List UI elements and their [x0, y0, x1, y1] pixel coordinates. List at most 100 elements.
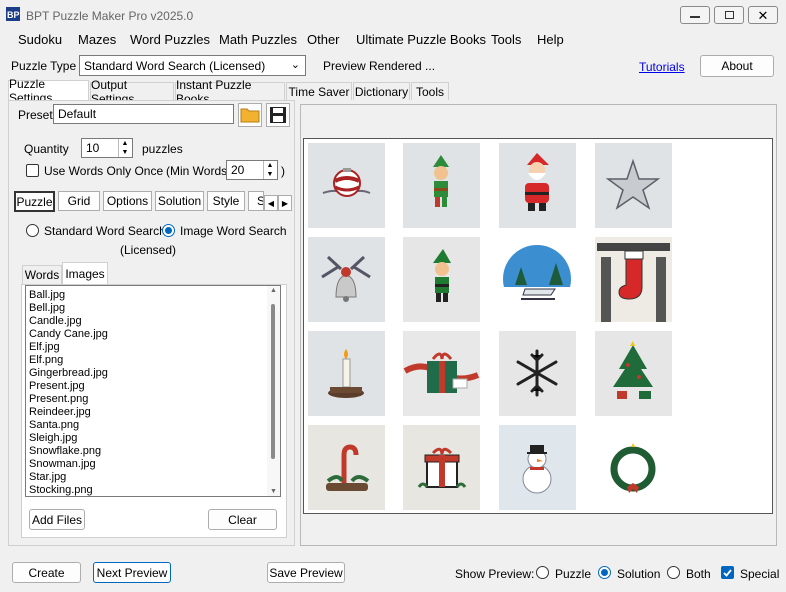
use-words-once-checkbox[interactable] [26, 164, 39, 177]
menu-ultimate-puzzle-books[interactable]: Ultimate Puzzle Books [356, 32, 486, 47]
tutorials-link[interactable]: Tutorials [639, 60, 685, 74]
preview-image-candy-cane [308, 425, 385, 510]
minimize-icon [690, 16, 700, 18]
list-tab-words[interactable]: Words [22, 265, 62, 284]
preview-image-stocking [595, 237, 672, 322]
list-item[interactable]: Sleigh.jpg [29, 432, 108, 445]
list-item[interactable]: Reindeer.jpg [29, 406, 108, 419]
tab-dictionary[interactable]: Dictionary [353, 82, 410, 100]
scrollbar-thumb[interactable] [271, 304, 275, 459]
create-button[interactable]: Create [12, 562, 81, 583]
show-preview-both-radio[interactable] [667, 566, 680, 579]
preview-image-snowflake [499, 331, 576, 416]
christmas-tree-icon [595, 331, 672, 416]
special-checkbox[interactable] [721, 566, 734, 579]
image-word-search-radio[interactable] [162, 224, 175, 237]
close-button[interactable]: ✕ [748, 6, 778, 24]
scroll-right-button[interactable]: ▶ [278, 195, 292, 211]
standard-word-search-radio[interactable] [26, 224, 39, 237]
list-tab-images[interactable]: Images [62, 262, 108, 284]
show-preview-label: Show Preview: [455, 567, 535, 581]
preview-image-candle [308, 331, 385, 416]
list-item[interactable]: Ball.jpg [29, 289, 108, 302]
subtab-solution[interactable]: Solution [155, 191, 204, 211]
preview-image-elf [403, 143, 480, 228]
add-files-button[interactable]: Add Files [29, 509, 85, 530]
list-item[interactable]: Present.png [29, 393, 108, 406]
minimize-button[interactable] [680, 6, 710, 24]
file-list-items: Ball.jpg Bell.jpg Candle.jpg Candy Cane.… [29, 289, 108, 496]
subtab-options[interactable]: Options [103, 191, 152, 211]
menu-word-puzzles[interactable]: Word Puzzles [130, 32, 210, 47]
tab-puzzle-settings[interactable]: Puzzle Settings [8, 77, 89, 105]
snowman-icon [499, 425, 576, 510]
subtab-overflow[interactable]: S [248, 191, 264, 211]
list-item[interactable]: Gingerbread.jpg [29, 367, 108, 380]
arrow-right-icon: ▶ [281, 198, 289, 208]
list-item[interactable]: Elf.png [29, 354, 108, 367]
list-item[interactable]: Snowman.jpg [29, 458, 108, 471]
list-item[interactable]: Snowflake.png [29, 445, 108, 458]
next-preview-button[interactable]: Next Preview [93, 562, 171, 583]
about-button[interactable]: About [700, 55, 774, 77]
menu-help[interactable]: Help [537, 32, 564, 47]
list-item[interactable]: Present.jpg [29, 380, 108, 393]
list-item[interactable]: Star.jpg [29, 471, 108, 484]
tab-output-settings[interactable]: Output Settings [90, 78, 174, 106]
preview-image-elf-2 [403, 237, 480, 322]
scroll-left-button[interactable]: ◀ [264, 195, 278, 211]
sleigh-icon [499, 237, 576, 322]
menu-sudoku[interactable]: Sudoku [18, 32, 62, 47]
list-item[interactable]: Santa.png [29, 419, 108, 432]
list-item[interactable]: Bell.jpg [29, 302, 108, 315]
subtab-grid[interactable]: Grid [58, 191, 100, 211]
preview-image-star [595, 143, 672, 228]
show-preview-puzzle-label: Puzzle [555, 567, 592, 581]
stepper-arrows-icon: ▲ ▼ [263, 161, 276, 179]
puzzle-type-select[interactable]: Standard Word Search (Licensed) ⌄ [79, 55, 306, 76]
candy-cane-icon [308, 425, 385, 510]
show-preview-puzzle-radio[interactable] [536, 566, 549, 579]
svg-text:BP: BP [7, 10, 20, 20]
checkmark-icon [723, 569, 732, 577]
bell-icon [308, 237, 385, 322]
menu-tools[interactable]: Tools [491, 32, 521, 47]
list-item[interactable]: Elf.jpg [29, 341, 108, 354]
maximize-button[interactable] [714, 6, 744, 24]
preview-image-present-2 [403, 425, 480, 510]
show-preview-solution-radio[interactable] [598, 566, 611, 579]
preview-image-sleigh [499, 237, 576, 322]
quantity-stepper[interactable]: 10 ▲ ▼ [81, 138, 133, 158]
subtab-style[interactable]: Style [207, 191, 245, 211]
file-list[interactable]: Ball.jpg Bell.jpg Candle.jpg Candy Cane.… [25, 285, 281, 497]
min-words-prefix: (Min Words: [166, 164, 231, 178]
menu-math-puzzles[interactable]: Math Puzzles [219, 32, 297, 47]
open-folder-button[interactable] [238, 103, 262, 127]
min-words-value: 20 [231, 163, 245, 177]
preset-input[interactable]: Default [53, 104, 234, 124]
stepper-arrows-icon: ▲ ▼ [118, 139, 131, 157]
tab-tools[interactable]: Tools [411, 82, 449, 100]
list-item[interactable]: Candle.jpg [29, 315, 108, 328]
save-preset-button[interactable] [266, 103, 290, 127]
menu-mazes[interactable]: Mazes [78, 32, 116, 47]
show-preview-both-label: Both [686, 567, 711, 581]
floppy-disk-icon [270, 107, 286, 123]
clear-button[interactable]: Clear [208, 509, 277, 530]
puzzle-type-label: Puzzle Type [11, 59, 77, 73]
save-preview-button[interactable]: Save Preview [267, 562, 345, 583]
maximize-icon [724, 11, 734, 19]
special-label: Special [740, 567, 780, 581]
tab-time-saver[interactable]: Time Saver [286, 82, 352, 100]
list-item[interactable]: Stocking.png [29, 484, 108, 496]
list-item[interactable]: Candy Cane.jpg [29, 328, 108, 341]
tab-instant-puzzle-books[interactable]: Instant Puzzle Books [175, 78, 285, 106]
present-icon [403, 331, 480, 416]
min-words-stepper[interactable]: 20 ▲ ▼ [226, 160, 278, 180]
menu-other[interactable]: Other [307, 32, 340, 47]
scroll-up-icon: ▲ [270, 287, 277, 294]
close-icon: ✕ [757, 7, 769, 23]
file-list-scrollbar[interactable]: ▲ ▼ [267, 286, 280, 496]
subtab-puzzle[interactable]: Puzzle [14, 191, 55, 212]
standard-word-search-label: Standard Word Search [44, 224, 166, 238]
